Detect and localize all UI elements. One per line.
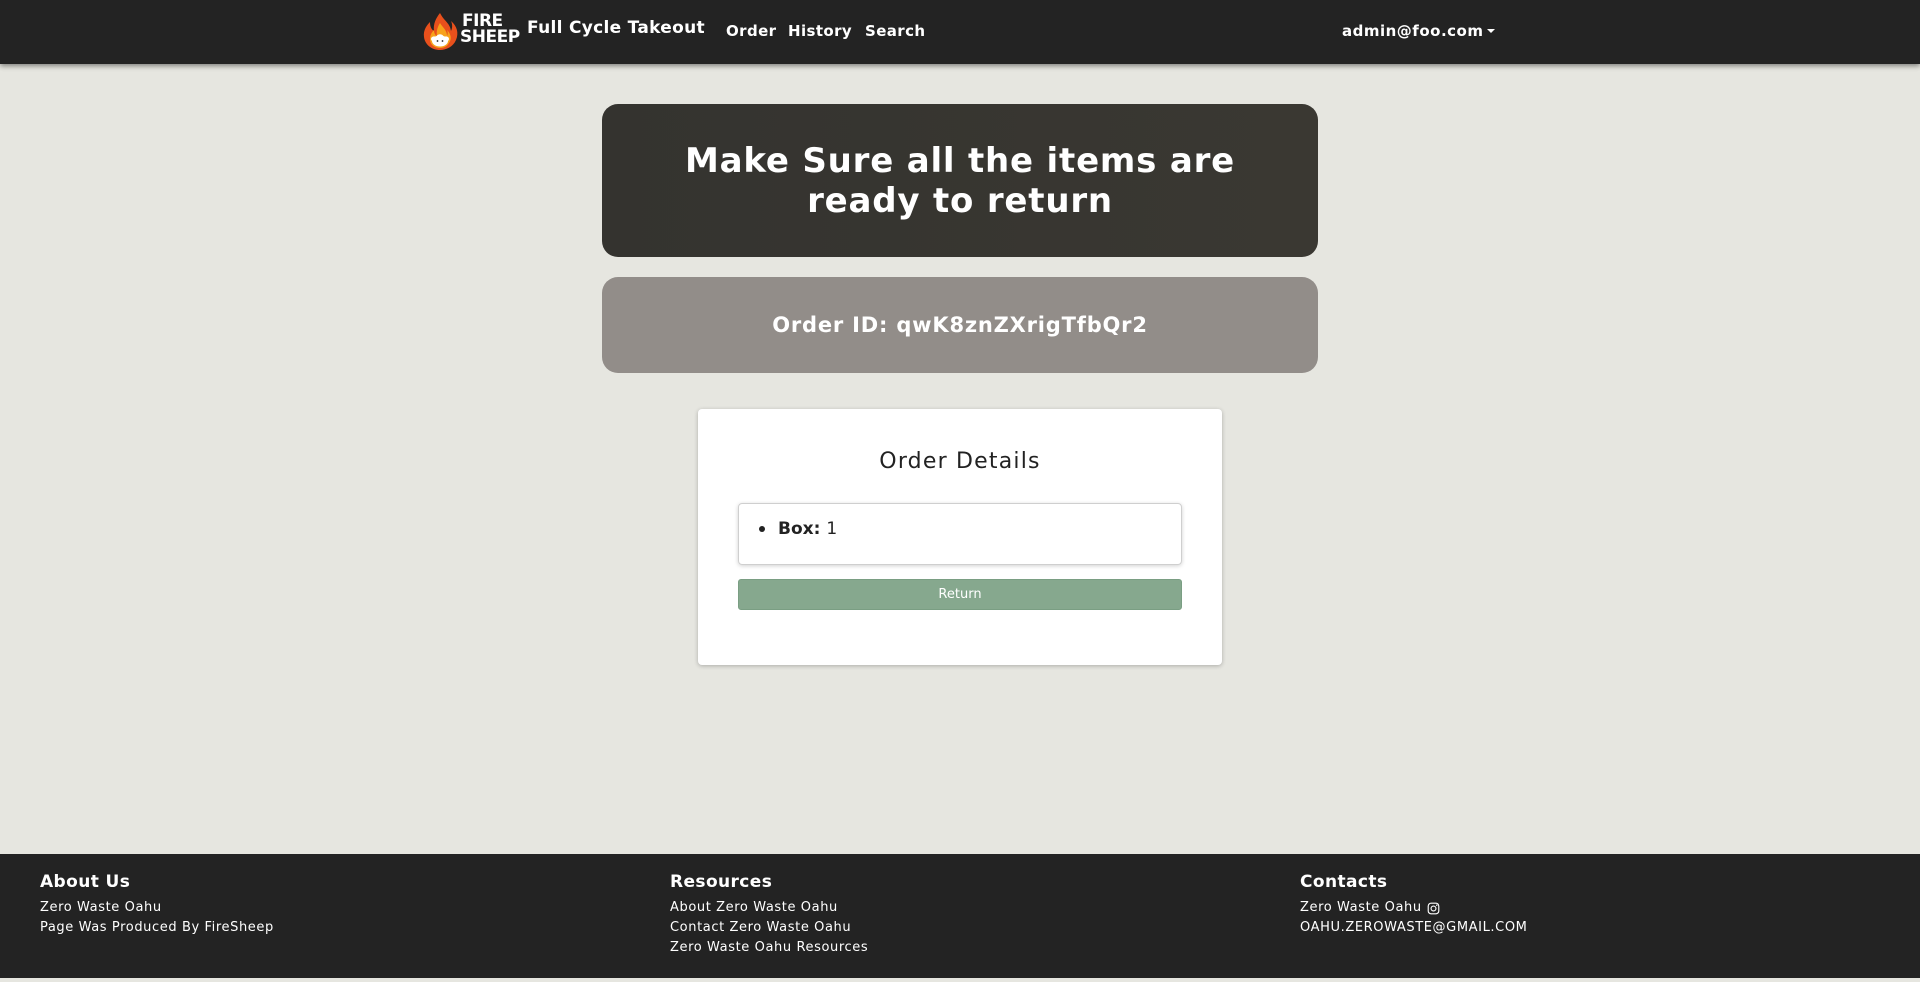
- footer: About Us Zero Waste Oahu Page Was Produc…: [0, 854, 1920, 978]
- card-title: Order Details: [879, 449, 1041, 474]
- user-dropdown[interactable]: admin@foo.com: [1342, 22, 1496, 40]
- order-details-card: Order Details Box: 1 Return: [698, 409, 1222, 665]
- item-label: Box:: [778, 519, 821, 539]
- footer-about: About Us Zero Waste Oahu Page Was Produc…: [40, 872, 274, 938]
- navbar: FIRE SHEEP Full Cycle Takeout Order Hist…: [0, 0, 1920, 64]
- contact-email[interactable]: OAHU.ZEROWASTE@GMAIL.COM: [1300, 918, 1527, 938]
- about-zwo-link[interactable]: About Zero Waste Oahu: [670, 898, 868, 918]
- footer-about-line: Zero Waste Oahu: [40, 900, 162, 915]
- nav-order-link[interactable]: Order: [726, 22, 776, 40]
- list-item: Box: 1: [759, 519, 837, 539]
- footer-contacts-heading: Contacts: [1300, 872, 1388, 892]
- footer-credit-line: Page Was Produced By FireSheep: [40, 920, 274, 935]
- caret-down-icon: [1487, 28, 1496, 33]
- zwo-resources-link[interactable]: Zero Waste Oahu Resources: [670, 938, 868, 958]
- instruction-banner: Make Sure all the items are ready to ret…: [602, 104, 1318, 257]
- order-id: Order ID: qwK8znZXrigTfbQr2: [772, 313, 1148, 337]
- footer-about-heading: About Us: [40, 872, 131, 892]
- flame-icon: [423, 13, 458, 50]
- return-button[interactable]: Return: [738, 579, 1182, 610]
- footer-resources-heading: Resources: [670, 872, 773, 892]
- bullet-icon: [759, 526, 765, 532]
- items-list-box: Box: 1: [738, 503, 1182, 565]
- user-email: admin@foo.com: [1342, 22, 1484, 40]
- brand-link[interactable]: Full Cycle Takeout: [527, 18, 705, 38]
- contact-zwo-link[interactable]: Contact Zero Waste Oahu: [670, 918, 868, 938]
- nav-search-link[interactable]: Search: [865, 22, 925, 40]
- order-id-box: Order ID: qwK8znZXrigTfbQr2: [602, 277, 1318, 373]
- instagram-label: Zero Waste Oahu: [1300, 900, 1422, 915]
- footer-contacts: Contacts Zero Waste Oahu OAHU.ZEROWASTE@…: [1300, 872, 1527, 938]
- instagram-icon: [1427, 902, 1440, 914]
- page-title: Make Sure all the items are ready to ret…: [684, 140, 1235, 221]
- footer-resources: Resources About Zero Waste Oahu Contact …: [670, 872, 868, 958]
- instagram-link[interactable]: Zero Waste Oahu: [1300, 898, 1527, 918]
- bottom-strip: [0, 978, 1920, 982]
- item-value: 1: [826, 519, 838, 539]
- fire-sheep-logo[interactable]: FIRE SHEEP: [420, 9, 520, 51]
- nav-history-link[interactable]: History: [788, 22, 852, 40]
- logo-line2: SHEEP: [460, 27, 520, 47]
- logo-text: FIRE SHEEP: [460, 13, 520, 47]
